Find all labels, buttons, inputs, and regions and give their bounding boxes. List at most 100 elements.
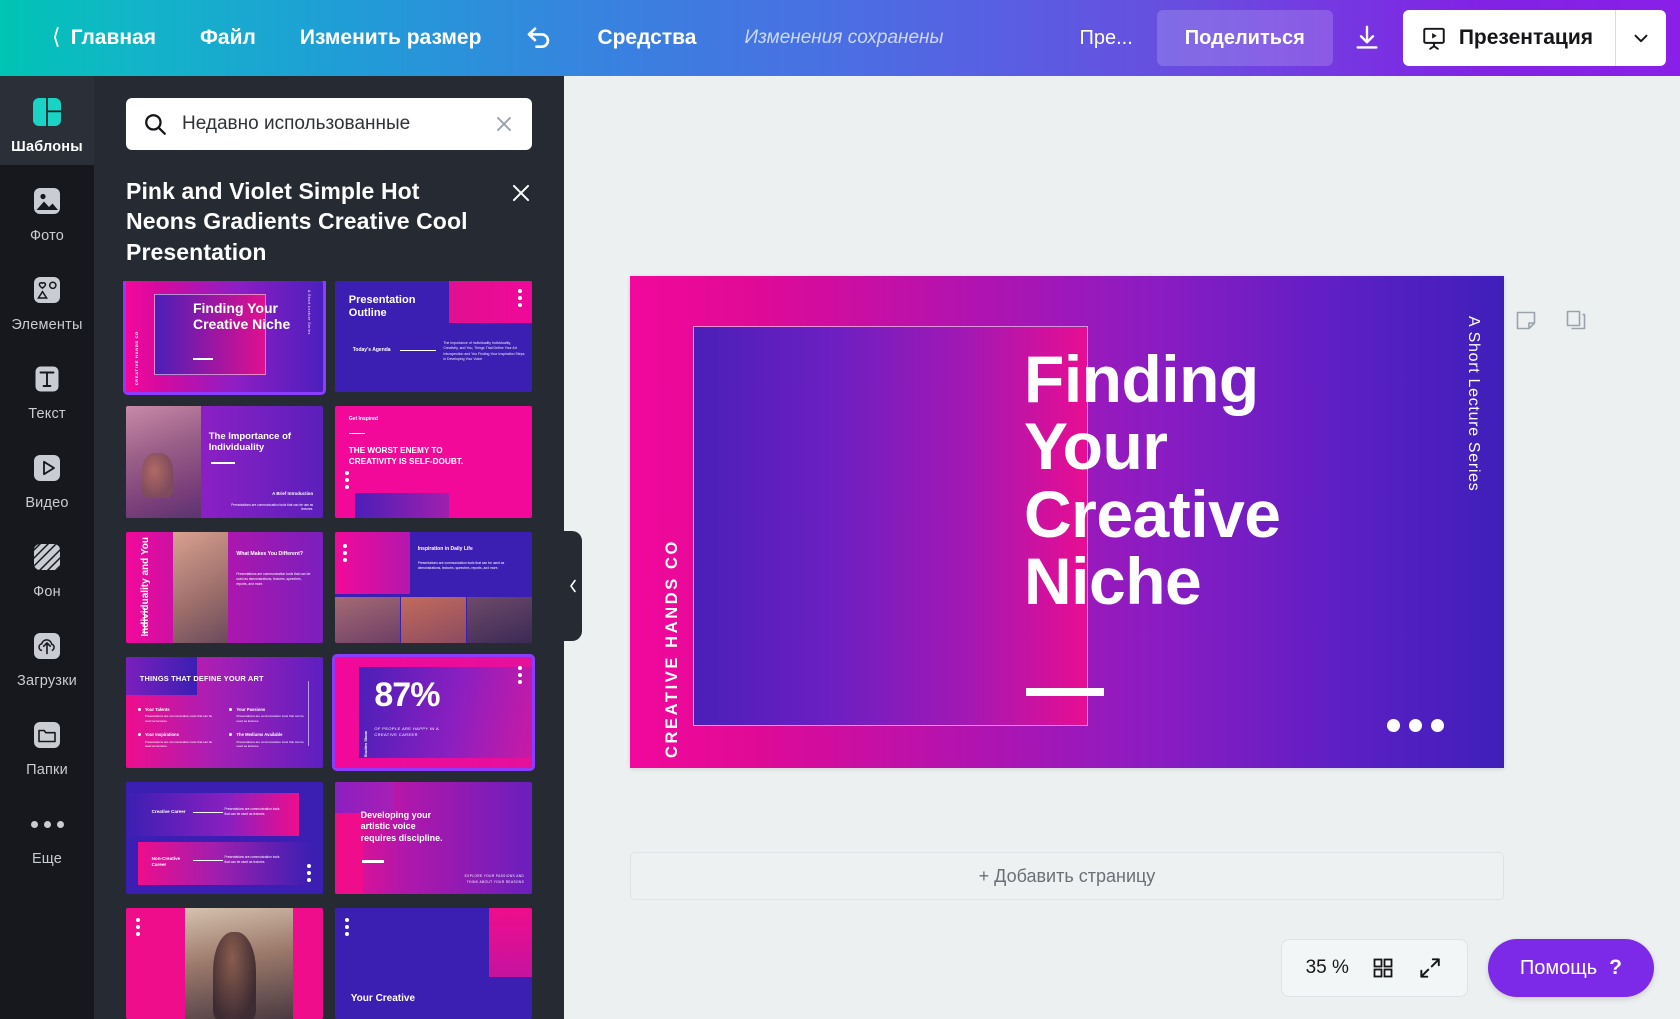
template-thumbnail-6[interactable]: Inspiration in Daily Life Presentations … xyxy=(335,531,532,643)
expand-icon[interactable] xyxy=(1417,955,1443,981)
thumb-side-title: Individuality and You xyxy=(139,536,151,637)
thumb-title: Finding Your Creative Niche xyxy=(192,300,291,332)
sidebar-item-text[interactable]: Текст xyxy=(0,343,94,432)
sidebar-item-uploads[interactable]: Загрузки xyxy=(0,610,94,699)
panel-collapse-handle[interactable] xyxy=(564,531,582,641)
top-toolbar: ⟨ Главная Файл Изменить размер Средства … xyxy=(0,0,1680,76)
thumb-label: A Brief Introduction xyxy=(272,491,314,497)
slide-underline xyxy=(1026,688,1104,696)
home-label: Главная xyxy=(70,26,156,49)
template-thumbnail-11[interactable] xyxy=(126,907,323,1019)
help-button[interactable]: Помощь ? xyxy=(1487,939,1654,997)
copy-icon[interactable] xyxy=(1564,308,1588,337)
chevron-down-icon xyxy=(1634,34,1648,43)
help-label: Помощь xyxy=(1519,956,1598,979)
download-icon xyxy=(1356,25,1378,49)
search-input[interactable]: Недавно использованные xyxy=(126,98,532,150)
sidebar-item-photos[interactable]: Фото xyxy=(0,165,94,254)
sidebar-item-label: Шаблоны xyxy=(11,139,83,155)
left-rail: Шаблоны Фото Элементы Текст Видео Фон За… xyxy=(0,76,94,1019)
grid-view-icon[interactable] xyxy=(1371,956,1395,980)
thumb-body: Presentations are communication tools th… xyxy=(417,560,505,570)
thumb-body: Presentations are communication tools th… xyxy=(224,854,280,864)
template-thumbnail-3[interactable]: The Importance of Individuality A Brief … xyxy=(126,406,323,518)
add-page-button[interactable]: + Добавить страницу xyxy=(630,852,1504,900)
thumb-bullet-body: Presentations are communication tools th… xyxy=(144,714,213,723)
template-thumbnail-4[interactable]: Get Inspired THE WORST ENEMY TO CREATIVI… xyxy=(335,406,532,518)
sidebar-item-templates[interactable]: Шаблоны xyxy=(0,76,94,165)
present-label: Презентация xyxy=(1458,26,1593,49)
undo-button[interactable] xyxy=(503,12,575,64)
panel-close-button[interactable] xyxy=(508,176,534,211)
thumb-dots-icon xyxy=(303,379,307,383)
canvas-area: CREATIVE HANDS CO A Short Lecture Series… xyxy=(564,76,1680,1019)
sidebar-item-label: Элементы xyxy=(11,317,83,333)
editor-body: Шаблоны Фото Элементы Текст Видео Фон За… xyxy=(0,76,1680,1019)
background-icon xyxy=(27,537,67,577)
search-icon xyxy=(145,114,166,135)
presentation-screen-icon xyxy=(1423,27,1445,50)
sidebar-item-label: Фото xyxy=(29,228,65,244)
template-thumbnail-10[interactable]: Developing your artistic voice requires … xyxy=(335,782,532,894)
panel-header: Pink and Violet Simple Hot Neons Gradien… xyxy=(94,150,564,281)
template-thumbnail-7[interactable]: THINGS THAT DEFINE YOUR ART Your Talents… xyxy=(126,656,323,769)
sidebar-item-folders[interactable]: Папки xyxy=(0,699,94,788)
thumb-bullet-body: Presentations are communication tools th… xyxy=(236,739,304,749)
template-thumbnail-8[interactable]: 87% OF PEOPLE ARE HAPPY IN A CREATIVE CA… xyxy=(332,653,535,772)
bottom-controls: 35 % Помощь ? xyxy=(1280,939,1654,997)
template-thumbnail-grid: Finding Your Creative Niche CREATIVE HAN… xyxy=(94,281,564,1019)
template-thumbnail-2[interactable]: Presentation Outline Today's Agenda The … xyxy=(335,281,532,393)
sticky-note-icon[interactable] xyxy=(1514,308,1538,337)
search-area: Недавно использованные xyxy=(94,76,564,150)
slide-title-line: Finding xyxy=(1024,342,1259,416)
slide-title-line: Niche xyxy=(1024,543,1202,618)
chevron-left-icon: ⟨ xyxy=(52,24,61,49)
undo-icon xyxy=(528,27,550,48)
thumb-title: Developing your artistic voice requires … xyxy=(360,810,443,843)
thumb-dots-icon xyxy=(135,917,140,936)
thumb-dots-icon xyxy=(518,665,523,684)
thumb-dots-icon xyxy=(344,470,349,489)
template-thumbnail-12[interactable]: Your Creative xyxy=(335,907,532,1019)
photo-icon xyxy=(27,181,67,221)
text-icon xyxy=(27,359,67,399)
slide-canvas[interactable]: CREATIVE HANDS CO A Short Lecture Series… xyxy=(630,276,1504,768)
thumb-dots-icon xyxy=(342,543,347,562)
thumb-row-label: Creative Career xyxy=(151,808,186,814)
sidebar-item-video[interactable]: Видео xyxy=(0,432,94,521)
help-question-mark: ? xyxy=(1609,956,1622,979)
thumb-label: Today's Agenda xyxy=(352,346,391,353)
share-button[interactable]: Поделиться xyxy=(1156,10,1333,66)
download-button[interactable] xyxy=(1341,10,1393,66)
sidebar-item-label: Фон xyxy=(33,584,61,600)
thumb-side-body: EXPLORE YOUR PASSIONS AND THINK ABOUT YO… xyxy=(464,874,525,884)
sidebar-item-background[interactable]: Фон xyxy=(0,521,94,610)
present-main[interactable]: Презентация xyxy=(1403,10,1615,66)
templates-panel: Недавно использованные Pink and Violet S… xyxy=(94,76,564,1019)
resize-button[interactable]: Изменить размер xyxy=(278,16,504,60)
template-thumbnail-1[interactable]: Finding Your Creative Niche CREATIVE HAN… xyxy=(123,281,326,396)
top-toolbar-right: Пре... Поделиться Презентация xyxy=(1062,0,1680,76)
thumb-title: THINGS THAT DEFINE YOUR ART xyxy=(139,673,264,683)
thumb-row-label: Non-Creative Career xyxy=(151,855,181,867)
sidebar-item-elements[interactable]: Элементы xyxy=(0,254,94,343)
thumb-bullet-body: Presentations are communication tools th… xyxy=(144,739,213,749)
home-button[interactable]: ⟨ Главная xyxy=(30,16,178,60)
present-dropdown-button[interactable] xyxy=(1616,10,1666,66)
thumb-bullet-body: Presentations are communication tools th… xyxy=(236,714,304,723)
upload-icon xyxy=(27,626,67,666)
preview-button[interactable]: Пре... xyxy=(1062,17,1151,60)
sidebar-item-more[interactable]: Еще xyxy=(0,788,94,877)
template-thumbnail-9[interactable]: Creative Career Presentations are commun… xyxy=(126,782,323,894)
template-thumbnail-5[interactable]: Individuality and You What Makes You Dif… xyxy=(126,531,323,643)
present-button[interactable]: Презентация xyxy=(1402,10,1666,66)
file-menu-button[interactable]: Файл xyxy=(178,16,278,60)
zoom-level[interactable]: 35 % xyxy=(1306,957,1349,979)
sidebar-item-label: Видео xyxy=(25,495,69,511)
chevron-left-icon xyxy=(570,579,576,593)
tools-menu-button[interactable]: Средства xyxy=(575,16,718,60)
close-icon xyxy=(512,184,530,202)
thumb-body: Presentations are communication tools th… xyxy=(236,571,311,586)
slide-title[interactable]: Finding Your Creative Niche xyxy=(1024,342,1464,618)
search-clear-icon[interactable] xyxy=(492,112,516,136)
